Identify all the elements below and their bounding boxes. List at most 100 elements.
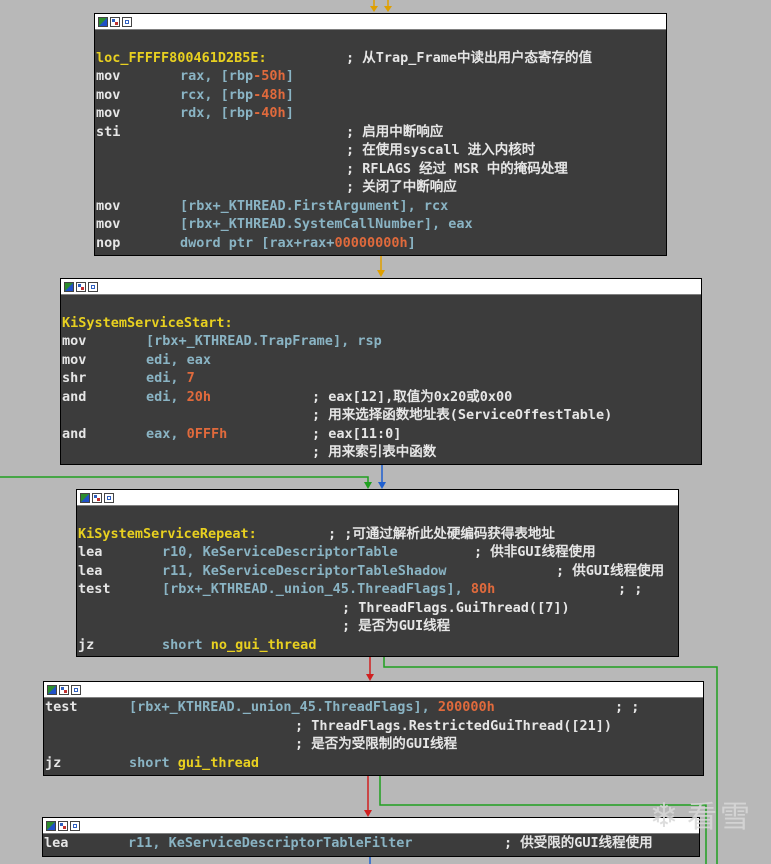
text-view-icon[interactable] <box>71 684 81 695</box>
code-line[interactable]: ; RFLAGS 经过 MSR 中的掩码处理 <box>96 160 666 179</box>
code-line[interactable]: jz short gui_thread <box>45 754 703 773</box>
immediate-value: 7 <box>186 370 195 386</box>
code-line[interactable]: lea r11, KeServiceDescriptorTableShadow ; … <box>78 562 678 581</box>
code-line[interactable]: ; 是否为GUI线程 <box>78 617 678 636</box>
code-line[interactable]: mov rdx, [rbp-40h] <box>96 104 666 123</box>
code-line[interactable]: mov [rbx+_KTHREAD.SystemCallNumber], eax <box>96 215 666 234</box>
operand-text: ] <box>285 86 294 103</box>
code-comment: ; 用来索引表中函数 <box>312 444 437 460</box>
block-kisystemservicerepeat[interactable]: KiSystemServiceRepeat: ; ;可通过解析此处硬编码获得表地址… <box>76 489 679 657</box>
operand-text: ], <box>446 581 471 597</box>
code-line[interactable]: ; ThreadFlags.RestrictedGuiThread([21]) <box>45 717 703 736</box>
code-label-line[interactable]: KiSystemServiceStart: <box>62 314 701 333</box>
operand-text: KeServiceDescriptorTable <box>202 544 398 560</box>
code-line[interactable]: mov rcx, [rbp-48h] <box>96 86 666 105</box>
mnemonic: and <box>62 425 87 442</box>
mnemonic: lea <box>78 562 103 579</box>
code-label-line[interactable]: loc_FFFFF800461D2B5E: ; 从Trap_Frame中读出用户态… <box>96 49 666 68</box>
block-restricted-gui-test[interactable]: test [rbx+_KTHREAD._union_45.ThreadFlags]… <box>43 681 704 776</box>
operand-text: rbp <box>228 105 254 121</box>
operands: edi, 20h <box>146 388 211 407</box>
code-line[interactable]: test [rbx+_KTHREAD._union_45.ThreadFlags]… <box>45 698 703 717</box>
operands: dword ptr [rax+rax+00000000h] <box>180 234 416 253</box>
location-label[interactable]: KiSystemServiceRepeat: <box>78 525 257 544</box>
graph-view-icon[interactable] <box>59 684 69 695</box>
color-view-icon[interactable] <box>47 684 57 695</box>
block-code: lea r11, KeServiceDescriptorTableFilter ; … <box>43 834 699 853</box>
mnemonic: mov <box>62 333 87 349</box>
operand-text: [rbx+ <box>146 333 187 349</box>
graph-view-icon[interactable] <box>58 820 68 831</box>
mnemonic: lea <box>44 835 69 851</box>
operand-text: [rbx+ <box>180 216 221 232</box>
code-line[interactable]: and eax, 0FFFh ; eax[11:0] <box>62 425 701 444</box>
code-line[interactable]: test [rbx+_KTHREAD._union_45.ThreadFlags]… <box>78 580 678 599</box>
location-label[interactable]: KiSystemServiceStart: <box>62 314 233 333</box>
text-view-icon[interactable] <box>70 820 80 831</box>
block-toolbar <box>95 14 666 30</box>
text-view-icon[interactable] <box>88 281 98 292</box>
code-line[interactable]: ; 用来选择函数地址表(ServiceOffestTable) <box>62 406 701 425</box>
operand-text: dword ptr [rax+rax+ <box>180 234 335 251</box>
operands: edi, eax <box>146 351 211 370</box>
code-line[interactable]: mov edi, eax <box>62 351 701 370</box>
graph-view-icon[interactable] <box>76 281 86 292</box>
immediate-value: 20h <box>186 388 212 405</box>
color-view-icon[interactable] <box>98 16 108 27</box>
operand-text: short <box>162 636 211 653</box>
jump-target-ref[interactable]: gui_thread <box>178 755 259 771</box>
operand-text: eax, <box>146 425 187 442</box>
operand-text: ], <box>413 699 438 715</box>
block-filter-table[interactable]: lea r11, KeServiceDescriptorTableFilter ; … <box>42 817 700 857</box>
code-line[interactable]: lea r11, KeServiceDescriptorTableFilter ; … <box>44 834 699 853</box>
immediate-value: -48h <box>253 86 286 103</box>
code-line[interactable]: and edi, 20h ; eax[12],取值为0x20或0x00 <box>62 388 701 407</box>
code-line[interactable]: mov rax, [rbp-50h] <box>96 67 666 86</box>
graph-view-icon[interactable] <box>92 492 102 503</box>
color-view-icon[interactable] <box>64 281 74 292</box>
color-view-icon[interactable] <box>46 820 56 831</box>
snowflake-icon: ❄ <box>649 796 681 836</box>
code-line[interactable]: ; ThreadFlags.GuiThread([7]) <box>78 599 678 618</box>
immediate-value: 00000000h <box>334 234 408 251</box>
operand-text: _KTHREAD.FirstArgument <box>220 197 400 214</box>
code-line[interactable]: lea r10, KeServiceDescriptorTable ; 供非GUI线… <box>78 543 678 562</box>
operands: r10, KeServiceDescriptorTable <box>162 543 398 562</box>
code-comment: ; ; <box>618 581 643 597</box>
operands: edi, 7 <box>146 369 195 388</box>
text-view-icon[interactable] <box>122 16 132 27</box>
operands: eax, 0FFFh <box>146 425 227 444</box>
code-comment: ; ; <box>615 699 640 715</box>
code-comment: ; ;可通过解析此处硬编码获得表地址 <box>328 525 555 542</box>
block-kisystemservicestart[interactable]: KiSystemServiceStart: mov [rbx+_KTHREAD.Tr… <box>60 278 702 465</box>
operand-text: r11, <box>128 835 169 851</box>
code-line[interactable]: ; 在使用syscall 进入内核时 <box>96 141 666 160</box>
text-view-icon[interactable] <box>104 492 114 503</box>
code-line[interactable]: jz short no_gui_thread <box>78 636 678 655</box>
code-line[interactable]: ; 关闭了中断响应 <box>96 178 666 197</box>
block-code: loc_FFFFF800461D2B5E: ; 从Trap_Frame中读出用户态… <box>95 30 666 252</box>
location-label[interactable]: loc_FFFFF800461D2B5E: <box>96 49 267 68</box>
code-line[interactable]: ; 用来索引表中函数 <box>62 443 701 462</box>
mnemonic: sti <box>96 123 121 140</box>
block-toolbar <box>43 818 699 834</box>
code-line[interactable]: nop dword ptr [rax+rax+00000000h] <box>96 234 666 253</box>
mnemonic: mov <box>96 197 121 214</box>
code-line[interactable]: shr edi, 7 <box>62 369 701 388</box>
code-line[interactable]: mov [rbx+_KTHREAD.FirstArgument], rcx <box>96 197 666 216</box>
color-view-icon[interactable] <box>80 492 90 503</box>
code-label-line[interactable]: KiSystemServiceRepeat: ; ;可通过解析此处硬编码获得表地址 <box>78 525 678 544</box>
jump-target-ref[interactable]: no_gui_thread <box>211 637 317 653</box>
graph-view-icon[interactable] <box>110 16 120 27</box>
code-line[interactable]: mov [rbx+_KTHREAD.TrapFrame], rsp <box>62 332 701 351</box>
mnemonic: mov <box>96 68 121 84</box>
code-comment: ; 供GUI线程使用 <box>556 562 665 579</box>
block-toolbar <box>77 490 678 506</box>
code-line[interactable]: ; 是否为受限制的GUI线程 <box>45 735 703 754</box>
operand-text: r11, <box>162 562 203 579</box>
immediate-value: -50h <box>253 68 286 84</box>
operand-text: r10, <box>162 544 203 560</box>
code-line[interactable]: sti ; 启用中断响应 <box>96 123 666 142</box>
block-trap-frame[interactable]: loc_FFFFF800461D2B5E: ; 从Trap_Frame中读出用户态… <box>94 13 667 256</box>
operand-text: short <box>129 754 178 771</box>
